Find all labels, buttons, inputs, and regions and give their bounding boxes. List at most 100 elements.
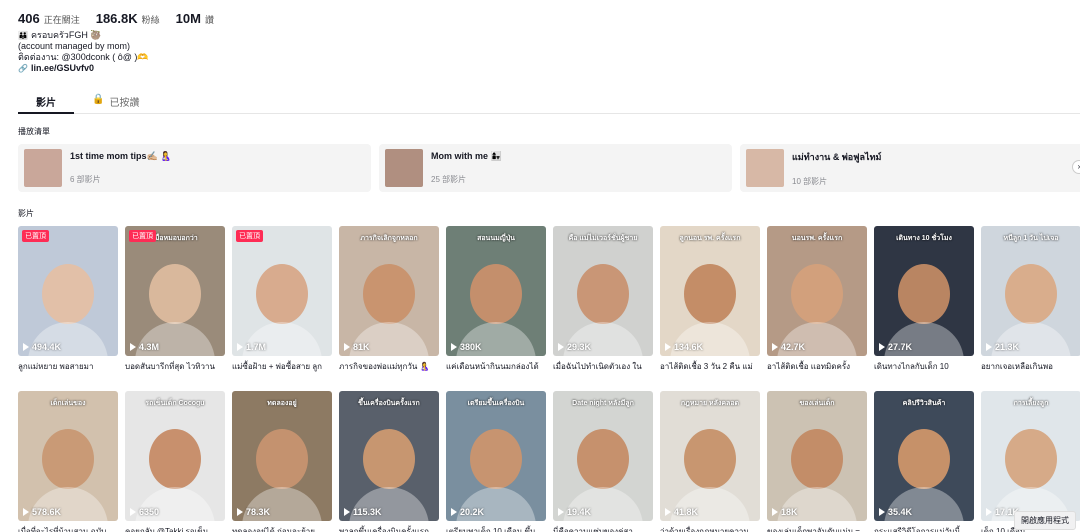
play-icon [772,508,778,516]
video-thumbnail[interactable]: เมื่อหมอบอกว่า 已置頂 4.3M [125,226,225,356]
person-shape [1005,264,1057,324]
profile-link[interactable]: 🔗 lin.ee/GSUvfv0 [18,63,149,74]
video-thumbnail[interactable]: คลิปรีวิวสินค้า 35.4K [874,391,974,521]
person-shape [684,264,736,324]
profile-stats: 406 正在關注 186.8K 粉絲 10M 讚 [18,11,214,26]
playlist-count: 25 部影片 [431,175,467,184]
video-overlay-text: กฎหมาย หลังคลอด [680,400,740,407]
video-thumbnail[interactable]: ทดลองอยู่ 78.3K [232,391,332,521]
person-shape [42,264,94,324]
family-icon: 👪 [18,31,28,40]
video-thumbnail[interactable]: หนีลูก 1 วัน ไปเจอ 21.3K [981,226,1080,356]
video-thumbnail[interactable]: ภารกิจเลิกจูกหลอก 81K [339,226,439,356]
playlist-card[interactable]: 1st time mom tips✍🏼 🤱 6 部影片 [18,144,371,192]
play-icon [665,508,671,516]
person-shape [470,429,522,489]
video-caption: คอยกลับ @Takki รอเข็น [125,527,209,532]
video-thumbnail[interactable]: เตรียมขึ้นเครื่องบิน 20.2K [446,391,546,521]
video-thumbnail[interactable]: ขึ้นเครื่องบินครั้งแรก 115.3K [339,391,439,521]
tab-liked[interactable]: 🔒 已按讚 [74,92,157,113]
bio-line-2: (account managed by mom) [18,41,131,51]
view-count: 21.3K [986,342,1019,352]
view-count: 42.7K [772,342,805,352]
video-item[interactable]: เดินทาง 10 ชั่วโมง 27.7K เดินทางไกลกับเด็ก… [874,226,974,373]
video-overlay-text: ลูกนอน รพ. ครั้งแรก [679,235,741,242]
tab-videos[interactable]: 影片 [18,92,74,114]
video-item[interactable]: ภารกิจเลิกจูกหลอก 81K ภารกิจของพ่อแม่ทุกวั… [339,226,439,373]
video-thumbnail[interactable]: 已置頂 1.7M [232,226,332,356]
video-overlay-text: การเลี้ยงลูก [1013,400,1049,407]
video-overlay-text: หนีลูก 1 วัน ไปเจอ [1003,235,1059,242]
person-shape [791,264,843,324]
view-count: 578.6K [23,507,61,517]
video-item[interactable]: ของเล่นเด็ก 18K ของเล่นเด็กพาอันดับแม่ม = [767,391,867,532]
video-item[interactable]: หนีลูก 1 วัน ไปเจอ 21.3K อยากเจอเหลือเกินพ… [981,226,1080,373]
video-thumbnail[interactable]: คือ แม่ไม่เวอร์ชั่นผู้ชาย 29.3K [553,226,653,356]
video-overlay-text: Date night หลังมีลูก [572,400,634,407]
video-thumbnail[interactable]: Date night หลังมีลูก 19.4K [553,391,653,521]
video-thumbnail[interactable]: นอนรพ. ครั้งแรก 42.7K [767,226,867,356]
video-item[interactable]: สอนนมญี่ปุ่น 380K แค่เดือนหน้ากินนมกล่องได… [446,226,546,373]
person-shape [256,429,308,489]
play-icon [130,508,136,516]
video-item[interactable]: นอนรพ. ครั้งแรก 42.7K อาไส้ติดเชื้อ แอทมิด… [767,226,867,373]
videos-heading: 影片 [18,209,34,218]
person-shape [149,264,201,324]
video-thumbnail[interactable]: ลูกนอน รพ. ครั้งแรก 134.6K [660,226,760,356]
video-item[interactable]: เด็กเล่นของ 578.6K เบื่อที่จะไรที่บ้านสวน … [18,391,118,532]
video-item[interactable]: Date night หลังมีลูก 19.4K นี่คือความแซ่บข… [553,391,653,532]
video-thumbnail[interactable]: รถเข็นเด็ก Cocogu 6350 [125,391,225,521]
chevron-right-icon[interactable]: › [1072,160,1080,174]
video-thumbnail[interactable]: สอนนมญี่ปุ่น 380K [446,226,546,356]
view-count: 18K [772,507,798,517]
followers-count[interactable]: 186.8K 粉絲 [96,11,160,26]
play-icon [665,343,671,351]
video-caption: อาไส้ติดเชื้อ แอทมิดครั้ง [767,362,851,371]
video-item[interactable]: ทดลองอยู่ 78.3K ทดลองอยู่ได้ ก่อนจะย้าย [232,391,332,532]
video-overlay-text: คือ แม่ไม่เวอร์ชั่นผู้ชาย [568,235,638,242]
video-caption: นี่คือความแซ่บของคู่สา [553,527,633,532]
following-count[interactable]: 406 正在關注 [18,11,80,26]
video-caption: ลูกแม่หยาย พอสายมา [18,362,94,371]
video-thumbnail[interactable]: 已置頂 494.4K [18,226,118,356]
video-item[interactable]: กฎหมาย หลังคลอด 41.8K ว่าด้วยเรื่องกฎหมายค… [660,391,760,532]
play-icon [344,343,350,351]
playlists-heading: 播放清單 [18,127,50,136]
video-overlay-text: ทดลองอยู่ [267,400,297,407]
view-count: 29.3K [558,342,591,352]
link-icon: 🔗 [18,64,28,73]
person-shape [256,264,308,324]
video-caption: พาลูกขึ้นเครื่องบินครั้งแรก [339,527,429,532]
video-item[interactable]: รถเข็นเด็ก Cocogu 6350 คอยกลับ @Takki รอเข… [125,391,225,532]
play-icon [986,343,992,351]
video-item[interactable]: เตรียมขึ้นเครื่องบิน 20.2K เตรียมพาเด็ก 10… [446,391,546,532]
video-item[interactable]: 已置頂 1.7M แม่ซื้อฝ้าย + พ่อซื้อสาย ลูก [232,226,332,373]
video-thumbnail[interactable]: เดินทาง 10 ชั่วโมง 27.7K [874,226,974,356]
person-shape [898,264,950,324]
view-count: 115.3K [344,507,382,517]
video-thumbnail[interactable]: เด็กเล่นของ 578.6K [18,391,118,521]
person-shape [791,429,843,489]
person-shape [363,429,415,489]
playlist-card[interactable]: Mom with me 👩‍👧 25 部影片 [379,144,732,192]
video-caption: แม่ซื้อฝ้าย + พ่อซื้อสาย ลูก [232,362,322,371]
view-count: 1.7M [237,342,266,352]
video-item[interactable]: คือ แม่ไม่เวอร์ชั่นผู้ชาย 29.3K เมื่อฉันไป… [553,226,653,373]
lock-icon: 🔒 [92,94,105,105]
open-app-button[interactable]: 開啟應用程式 [1014,511,1076,530]
playlist-card[interactable]: แม่ทำงาน & พ่อฟูลไทม์ 10 部影片 [740,144,1080,192]
video-item[interactable]: เมื่อหมอบอกว่า 已置頂 4.3M บอดสันบารีกที่สุด ไ… [125,226,225,373]
video-item[interactable]: ลูกนอน รพ. ครั้งแรก 134.6K อาไส้ติดเชื้อ 3… [660,226,760,373]
person-shape [577,264,629,324]
video-overlay-text: นอนรพ. ครั้งแรก [791,235,843,242]
view-count: 380K [451,342,482,352]
video-thumbnail[interactable]: กฎหมาย หลังคลอด 41.8K [660,391,760,521]
pinned-badge: 已置頂 [129,230,156,242]
video-caption: เตรียมพาเด็ก 10 เดือน ขึ้น [446,527,536,532]
video-item[interactable]: คลิปรีวิวสินค้า 35.4K กระแสรีวิดีโอการแม่ว… [874,391,974,532]
playlist-thumbnail [746,149,784,187]
video-item[interactable]: 已置頂 494.4K ลูกแม่หยาย พอสายมา [18,226,118,373]
video-thumbnail[interactable]: ของเล่นเด็ก 18K [767,391,867,521]
video-thumbnail[interactable]: การเลี้ยงลูก 17.1K [981,391,1080,521]
video-item[interactable]: ขึ้นเครื่องบินครั้งแรก 115.3K พาลูกขึ้นเคร… [339,391,439,532]
